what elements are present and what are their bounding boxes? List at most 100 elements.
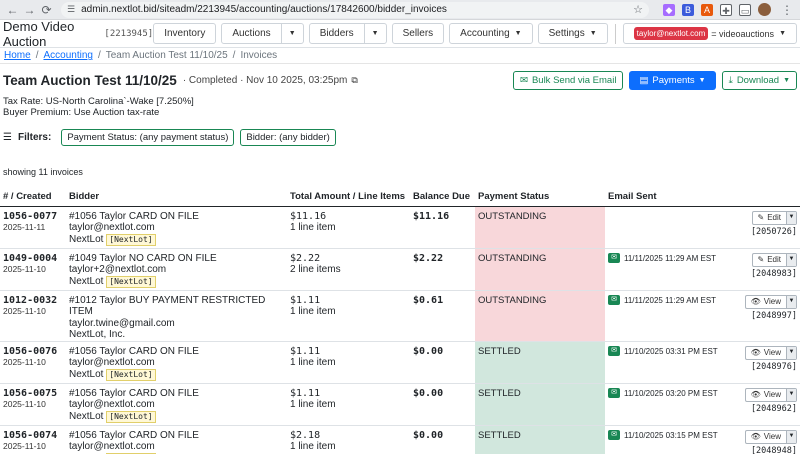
col-bidder[interactable]: Bidder: [66, 188, 287, 207]
email-sent-cell: ✉ 11/10/2025 03:20 PM EST: [605, 383, 740, 426]
bulk-send-label: Bulk Send via Email: [531, 74, 617, 86]
payments-label: Payments: [652, 74, 695, 86]
invoice-cell: 1056-0074 2025-11-10: [0, 425, 66, 454]
row-action-button[interactable]: ✎ Edit: [753, 212, 787, 224]
bidder-filter[interactable]: Bidder: (any bidder): [240, 129, 336, 146]
bookmark-star-icon[interactable]: ☆: [633, 3, 643, 16]
row-action-button[interactable]: 👁 View: [746, 389, 786, 401]
breadcrumb: Home / Accounting / Team Auction Test 11…: [0, 48, 800, 64]
row-action-button[interactable]: 👁 View: [746, 296, 786, 308]
col-total[interactable]: Total Amount / Line Items: [287, 188, 410, 207]
row-action-dropdown-icon[interactable]: ▼: [786, 211, 796, 224]
total-amount: $2.18: [290, 429, 321, 441]
auctions-label: Auctions: [232, 28, 271, 39]
invoice-number[interactable]: 1056-0077: [3, 211, 63, 223]
account-name: = videoauctions: [711, 28, 775, 39]
balance-due: $2.22: [413, 252, 444, 264]
row-action-dropdown-icon[interactable]: ▼: [786, 295, 796, 308]
col-email-sent[interactable]: Email Sent: [605, 188, 740, 207]
back-icon[interactable]: ←: [4, 3, 21, 17]
invoice-ref: [2048997]: [750, 310, 797, 321]
row-action-dropdown-icon[interactable]: ▼: [786, 388, 796, 401]
total-cell: $2.18 1 line item: [287, 425, 410, 454]
extension-1-icon[interactable]: ◆: [663, 3, 675, 16]
reload-icon[interactable]: ⟳: [38, 3, 55, 17]
invoice-cell: 1056-0075 2025-11-10: [0, 383, 66, 426]
brand-name[interactable]: Demo Video Auction: [3, 19, 96, 49]
bidder-name[interactable]: #1056 Taylor CARD ON FILE: [69, 346, 284, 358]
invoice-number[interactable]: 1049-0004: [3, 253, 63, 265]
row-action-button[interactable]: 👁 View: [746, 347, 786, 359]
balance-due: $11.16: [413, 210, 450, 222]
invoice-number[interactable]: 1012-0032: [3, 295, 63, 307]
total-amount: $1.11: [290, 294, 321, 306]
forward-icon[interactable]: →: [21, 3, 38, 17]
email-sent-time: 11/10/2025 03:15 PM EST: [624, 430, 718, 440]
auctions-button[interactable]: Auctions ▼: [221, 23, 304, 44]
breadcrumb-auction: Team Auction Test 11/10/25: [105, 50, 228, 61]
col-created[interactable]: # / Created: [0, 188, 66, 207]
breadcrumb-home[interactable]: Home: [4, 50, 31, 61]
accounting-dropdown[interactable]: Accounting ▼: [449, 23, 533, 44]
bidder-cell: #1012 Taylor BUY PAYMENT RESTRICTED ITEM…: [66, 290, 287, 342]
breadcrumb-separator: /: [232, 50, 236, 61]
extension-2-icon[interactable]: B: [682, 3, 694, 16]
actions-cell: 👁 View ▼ [2048997]: [740, 290, 800, 342]
external-link-icon[interactable]: ⧉: [351, 75, 357, 86]
bidder-name[interactable]: #1056 Taylor CARD ON FILE: [69, 388, 284, 400]
breadcrumb-accounting[interactable]: Accounting: [43, 50, 92, 61]
invoice-number[interactable]: 1056-0075: [3, 388, 63, 400]
account-dropdown[interactable]: taylor@nextlot.com = videoauctions ▼: [622, 23, 797, 44]
url-text[interactable]: admin.nextlot.bid/siteadm/2213945/accoun…: [81, 4, 633, 15]
extensions-puzzle-icon[interactable]: ✚: [720, 3, 732, 16]
bidder-name[interactable]: #1056 Taylor CARD ON FILE: [69, 430, 284, 442]
payment-status-filter[interactable]: Payment Status: (any payment status): [61, 129, 235, 146]
actions-cell: ✎ Edit ▼ [2048983]: [740, 248, 800, 291]
extension-3-icon[interactable]: A: [701, 3, 713, 16]
invoice-number[interactable]: 1056-0076: [3, 346, 63, 358]
email-sent-cell: [605, 206, 740, 249]
status-cell: SETTLED: [475, 341, 605, 384]
bidders-button[interactable]: Bidders ▼: [308, 23, 387, 44]
site-info-icon[interactable]: ☰: [67, 4, 75, 15]
tab-search-icon[interactable]: ▭: [739, 3, 751, 16]
breadcrumb-separator: /: [97, 50, 101, 61]
row-action-dropdown-icon[interactable]: ▼: [786, 346, 796, 359]
filter-bar: ☰ Filters: Payment Status: (any payment …: [0, 129, 800, 146]
download-dropdown-button[interactable]: ⤓ Download ▼: [721, 70, 797, 90]
bidders-dropdown-icon[interactable]: ▼: [363, 24, 386, 43]
user-email-badge: taylor@nextlot.com: [633, 27, 709, 40]
profile-avatar[interactable]: [758, 3, 771, 16]
email-sent-cell: ✉ 11/11/2025 11:29 AM EST: [605, 290, 740, 342]
download-label: Download: [736, 74, 780, 86]
invoice-number[interactable]: 1056-0074: [3, 430, 63, 442]
bidder-cell: #1056 Taylor CARD ON FILE taylor@nextlot…: [66, 206, 287, 249]
col-status[interactable]: Payment Status: [475, 188, 605, 207]
bidder-company: NextLot: [69, 410, 104, 422]
address-bar[interactable]: ☰ admin.nextlot.bid/siteadm/2213945/acco…: [61, 1, 649, 18]
settings-dropdown[interactable]: Settings ▼: [537, 23, 608, 44]
auctions-dropdown-icon[interactable]: ▼: [280, 24, 303, 43]
bidder-name[interactable]: #1056 Taylor CARD ON FILE: [69, 211, 284, 223]
col-balance[interactable]: Balance Due: [410, 188, 475, 207]
row-action-dropdown-icon[interactable]: ▼: [786, 430, 796, 443]
bulk-send-email-button[interactable]: ✉ Bulk Send via Email: [512, 70, 624, 90]
result-count: showing 11 invoices: [3, 167, 83, 177]
row-action-button[interactable]: 👁 View: [746, 431, 786, 443]
payments-dropdown-button[interactable]: ▤ Payments ▼: [629, 70, 716, 90]
browser-menu-icon[interactable]: ⋮: [778, 3, 796, 17]
invoices-table: # / Created Bidder Total Amount / Line I…: [0, 188, 800, 454]
balance-due: $0.00: [413, 387, 444, 399]
bidder-name[interactable]: #1049 Taylor NO CARD ON FILE: [69, 253, 284, 265]
table-row: 1056-0075 2025-11-10 #1056 Taylor CARD O…: [0, 383, 800, 426]
row-action-button[interactable]: ✎ Edit: [753, 254, 787, 266]
sellers-button[interactable]: Sellers: [391, 23, 445, 44]
bidder-company: NextLot: [69, 275, 104, 287]
row-action-dropdown-icon[interactable]: ▼: [786, 253, 796, 266]
tax-rate: Tax Rate: US-North Carolina`-Wake [7.250…: [3, 96, 194, 107]
settings-label: Settings: [548, 28, 585, 39]
inventory-button[interactable]: Inventory: [153, 23, 217, 44]
invoice-cell: 1012-0032 2025-11-10: [0, 290, 66, 342]
chevron-down-icon: ▼: [698, 76, 706, 84]
bidder-name[interactable]: #1012 Taylor BUY PAYMENT RESTRICTED ITEM: [69, 295, 284, 318]
